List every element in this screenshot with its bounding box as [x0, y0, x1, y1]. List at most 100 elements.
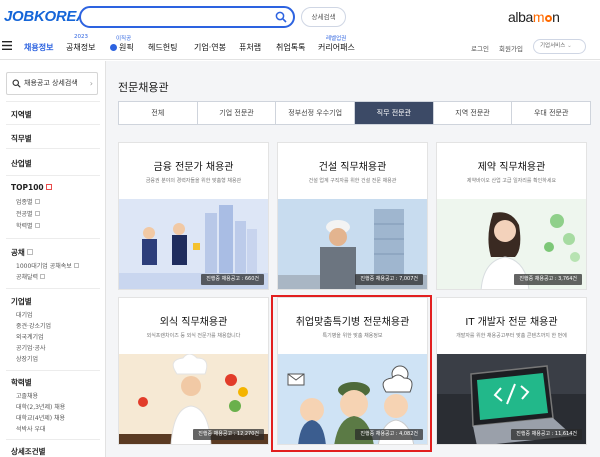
card-title: 건설 직무채용관 — [318, 162, 387, 173]
nav-item-jobs[interactable]: 채용정보 — [24, 42, 53, 53]
sidebar-item-detail-conditions[interactable]: 상세조건별 — [11, 446, 46, 457]
card-it[interactable]: IT 개발자 전문 채용관 개발자를 위한 채용공고부터 맞춤 콘텐츠까지 한 … — [436, 297, 587, 445]
job-count-badge: 진행중 채용공고 : 12,270건 — [193, 429, 264, 440]
divider — [6, 288, 100, 289]
card-food[interactable]: 외식 직무채용관 외식프랜차이즈 등 외식 전문가를 채용합니다 진행중 채용공… — [118, 297, 269, 445]
card-title: 금융 전문가 채용관 — [153, 162, 234, 173]
card-pharma[interactable]: 제약 직무채용관 제약바이오 산업 고급 일자리를 확인하세요 진행중 채용공고… — [436, 142, 587, 290]
nav-item-onepick-label: 원픽 — [119, 43, 134, 52]
divider — [6, 175, 100, 176]
sidebar-sub-public-calendar[interactable]: 공채달력 — [16, 272, 46, 281]
sidebar-sub-label: 전공별 — [16, 211, 33, 218]
tab-gov-selected[interactable]: 정부선정 우수기업 — [276, 102, 356, 124]
sidebar-sub-label: 학력별 — [16, 223, 33, 230]
detail-search-button[interactable]: 상세검색 — [301, 7, 346, 27]
sidebar-sub-label: 1000대기업 공채속보 — [16, 263, 72, 270]
albamon-logo[interactable]: albam n — [508, 9, 560, 25]
job-count-badge: 진행중 채용공고 : 7,007건 — [355, 274, 423, 285]
main-nav: 채용정보 2023 공채정보 이직공 원픽 헤드헌팅 기업·연봉 퓨처랩 취업톡… — [0, 34, 600, 60]
sidebar-sub-label: 공채달력 — [16, 274, 39, 281]
search-input[interactable] — [79, 6, 295, 28]
sidebar-item-industry[interactable]: 산업별 — [11, 158, 32, 169]
nav-badge-onepick: 이직공 — [116, 36, 132, 42]
sidebar-item-top100-label: TOP100 — [11, 183, 44, 192]
card-finance[interactable]: 금융 전문가 채용관 금융권 분야의 경력자들을 위한 맞춤형 채용관 진행중 … — [118, 142, 269, 290]
sidebar-sub-education[interactable]: 학력별 — [16, 221, 40, 230]
sidebar-item-company[interactable]: 기업별 — [11, 296, 32, 307]
sidebar-item-public-label: 공채 — [11, 248, 25, 257]
nav-item-talk[interactable]: 취업톡톡 — [276, 42, 305, 53]
tab-all[interactable]: 전체 — [119, 102, 198, 124]
card-desc: 외식프랜차이즈 등 외식 전문가를 채용합니다 — [146, 333, 241, 339]
sidebar-item-education[interactable]: 학력별 — [11, 377, 32, 388]
nav-item-company-salary[interactable]: 기업·연봉 — [194, 42, 226, 53]
nav-badge-2023: 2023 — [74, 34, 88, 40]
card-title: 제약 직무채용관 — [477, 162, 546, 173]
sidebar-item-public[interactable]: 공채 — [11, 247, 33, 258]
search-icon[interactable] — [275, 11, 287, 23]
tab-company[interactable]: 기업 전문관 — [198, 102, 277, 124]
chevron-right-icon: › — [89, 79, 93, 88]
tab-job[interactable]: 직무 전문관 — [355, 102, 434, 124]
card-desc: 개발자를 위한 채용공고부터 맞춤 콘텐츠까지 한 번에 — [456, 333, 567, 339]
tab-preferred[interactable]: 우대 전문관 — [512, 102, 590, 124]
job-count-badge: 진행중 채용공고 : 3,764건 — [514, 274, 582, 285]
card-desc: 건설 업계 구직자를 위한 건설 전문 채용관 — [308, 178, 397, 184]
checkbox-icon — [26, 249, 33, 255]
page-title: 전문채용관 — [118, 81, 169, 94]
card-title: 외식 직무채용관 — [159, 317, 228, 328]
checkbox-icon — [34, 199, 40, 204]
jobkorea-logo[interactable]: JOBKOREA — [4, 8, 87, 25]
sidebar-sub-foreign-company[interactable]: 외국계기업 — [16, 332, 44, 341]
sidebar-item-top100[interactable]: TOP100 — [11, 183, 52, 192]
sidebar-sub-highschool[interactable]: 고졸채용 — [16, 391, 38, 400]
chevron-down-icon: ⌄ — [567, 43, 572, 49]
divider — [6, 370, 100, 371]
sidebar-sub-1000-public[interactable]: 1000대기업 공채속보 — [16, 261, 79, 270]
sidebar-sub-university[interactable]: 대학교(4년제) 채용 — [16, 413, 65, 422]
sidebar-item-job[interactable]: 직무별 — [11, 133, 32, 144]
hamburger-menu-icon[interactable] — [2, 41, 12, 50]
divider — [6, 238, 100, 239]
new-badge-icon — [45, 184, 52, 190]
sidebar-search-label: 채용공고 상세검색 — [24, 79, 78, 87]
nav-item-onepick[interactable]: 원픽 — [110, 42, 134, 53]
sidebar-sub-public-corp[interactable]: 공기업·공사 — [16, 343, 46, 352]
sidebar-sub-college[interactable]: 대학(2,3년제) 채용 — [16, 402, 65, 411]
albamon-logo-accent: m — [532, 9, 545, 25]
nav-item-careerpass[interactable]: 커리어패스 — [318, 42, 355, 53]
sidebar-sub-industry[interactable]: 업종별 — [16, 197, 40, 206]
divider — [6, 148, 100, 149]
sidebar-sub-graduate[interactable]: 석박사 우대 — [16, 424, 46, 433]
left-sidebar: 채용공고 상세검색 › 지역별 직무별 산업별 TOP100 업종별 전공별 학… — [0, 61, 106, 457]
card-title: IT 개발자 전문 채용관 — [465, 317, 558, 328]
category-tabs: 전체 기업 전문관 정부선정 우수기업 직무 전문관 지역 전문관 우대 전문관 — [118, 101, 591, 125]
albamon-o-icon — [544, 15, 552, 22]
card-construction[interactable]: 건설 직무채용관 건설 업계 구직자를 위한 건설 전문 채용관 진행중 채용공… — [277, 142, 428, 290]
sidebar-sub-listed-company[interactable]: 상장기업 — [16, 354, 38, 363]
check-icon — [110, 44, 117, 51]
nav-item-headhunting[interactable]: 헤드헌팅 — [148, 42, 177, 53]
sidebar-sub-large-company[interactable]: 대기업 — [16, 310, 33, 319]
card-desc: 금융권 분야의 경력자들을 위한 맞춤형 채용관 — [145, 178, 242, 184]
nav-item-public-recruit[interactable]: 공채정보 — [66, 42, 95, 53]
nav-badge-careerpass: 레벨업권 — [326, 36, 347, 42]
join-link[interactable]: 회원가입 — [499, 43, 523, 53]
sidebar-item-region[interactable]: 지역별 — [11, 109, 32, 120]
login-link[interactable]: 로그인 — [471, 43, 489, 53]
checkbox-icon — [73, 263, 79, 268]
sidebar-sub-major[interactable]: 전공별 — [16, 209, 40, 218]
card-desc: 제약바이오 산업 고급 일자리를 확인하세요 — [466, 178, 557, 184]
detail-search-button-sidebar[interactable]: 채용공고 상세검색 › — [6, 72, 98, 95]
albamon-logo-text-end: n — [552, 9, 560, 25]
divider — [6, 439, 100, 440]
job-count-badge: 진행중 채용공고 : 11,614건 — [511, 429, 582, 440]
sidebar-sub-mid-company[interactable]: 중견·강소기업 — [16, 321, 51, 330]
albamon-logo-text: alba — [508, 9, 533, 25]
company-service-label: 기업서비스 — [540, 43, 566, 49]
nav-item-futurelab[interactable]: 퓨처랩 — [239, 42, 261, 53]
tab-region[interactable]: 지역 전문관 — [434, 102, 513, 124]
selection-highlight — [271, 295, 432, 452]
company-service-select[interactable]: 기업서비스 ⌄ — [533, 39, 586, 54]
checkbox-icon — [34, 223, 40, 228]
